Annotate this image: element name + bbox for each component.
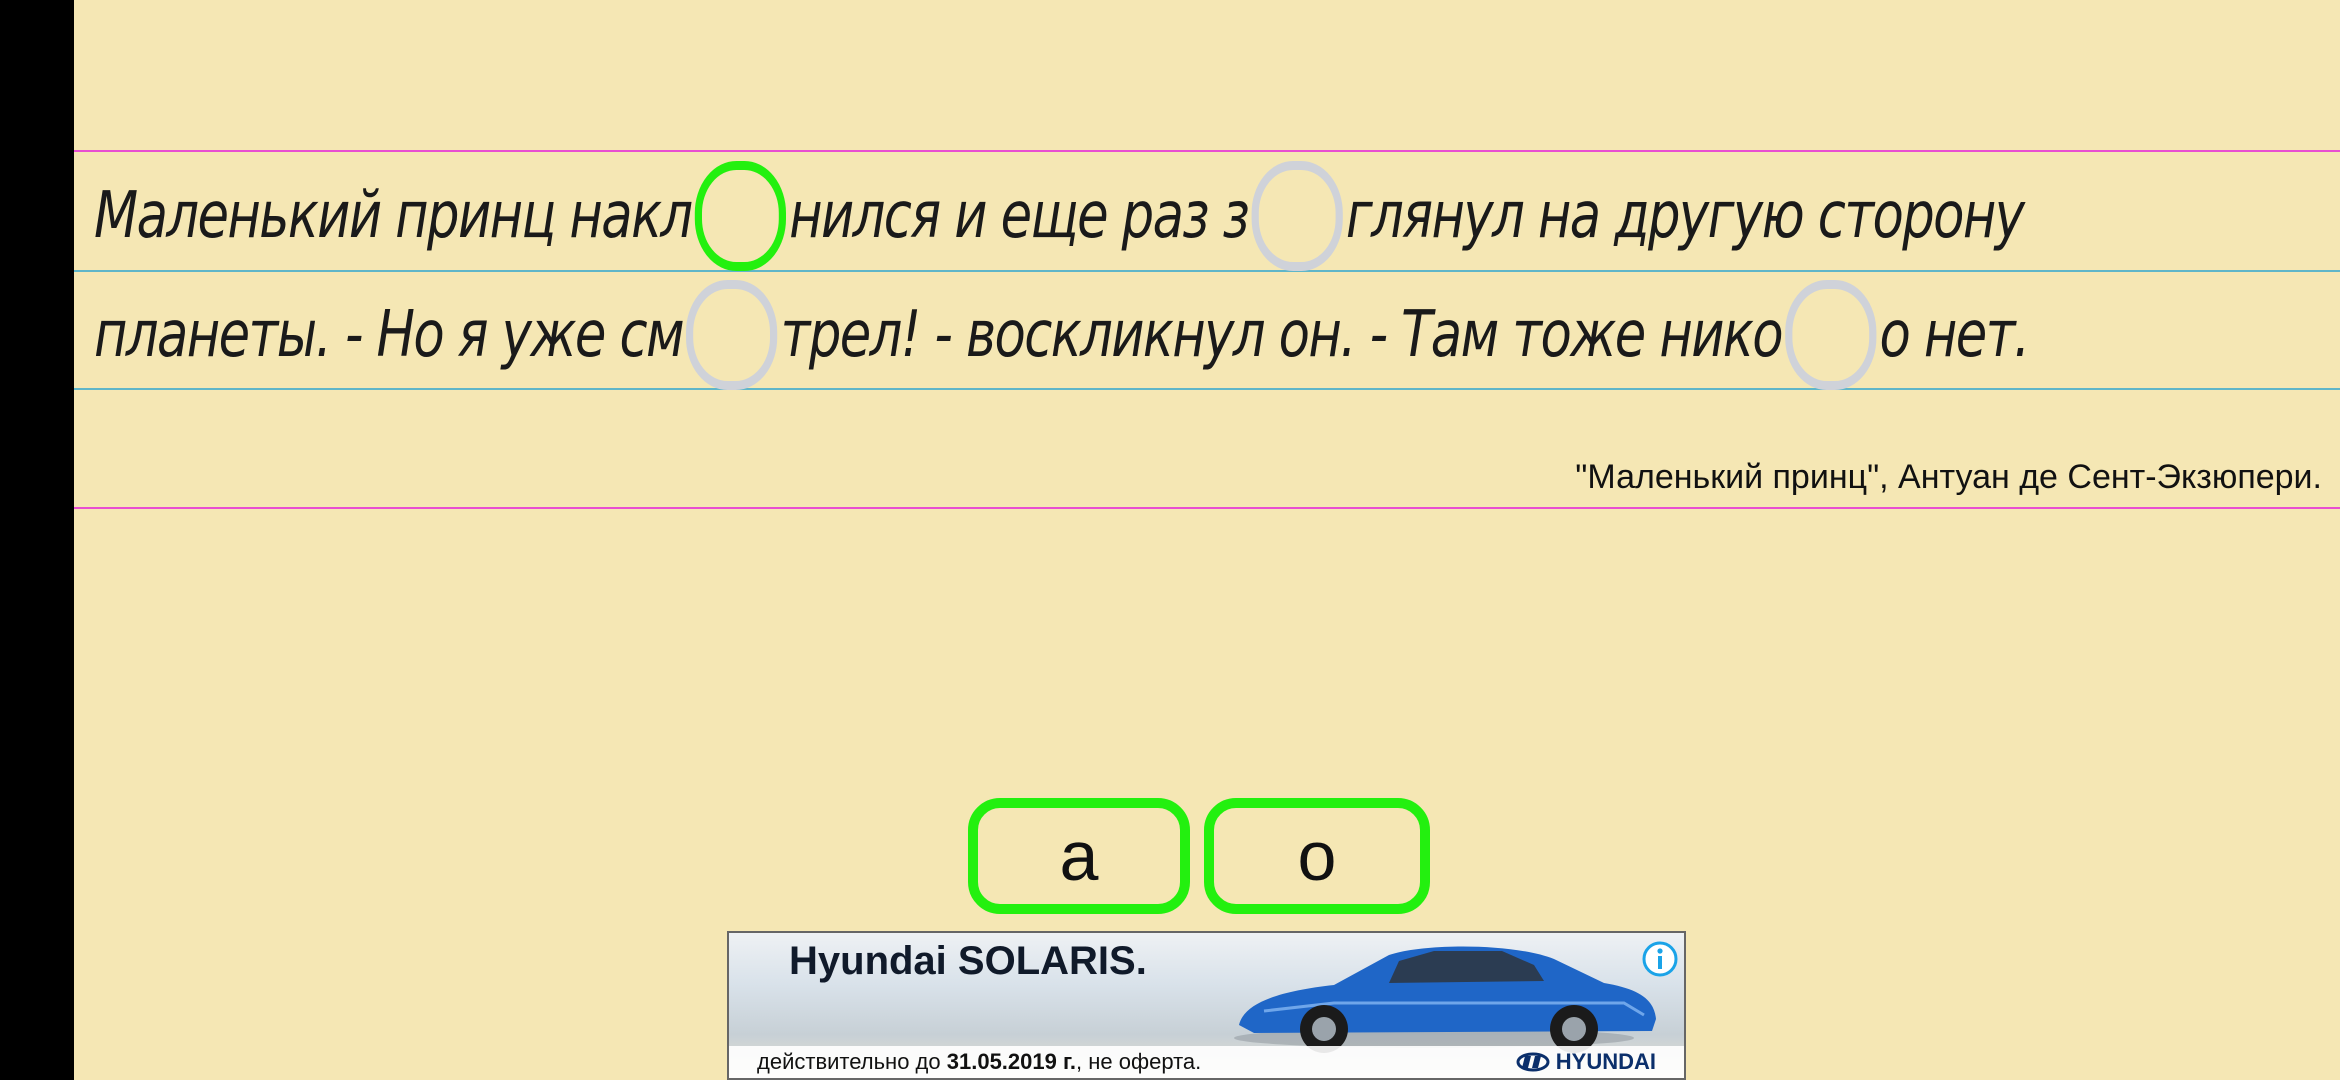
text-segment: планеты. - Но я уже см <box>94 298 685 372</box>
text-segment: о нет. <box>1879 298 2031 372</box>
text-segment: трел! - воскликнул он. - Там тоже нико <box>780 298 1784 372</box>
ad-headline: Hyundai SOLARIS. <box>789 939 1147 983</box>
brand-name: HYUNDAI <box>1555 1049 1656 1074</box>
text-segment: глянул на другую сторону <box>1345 179 2025 253</box>
disclaimer-date: 31.05.2019 г. <box>946 1049 1077 1074</box>
ad-banner[interactable]: Hyundai SOLARIS. действительно до 31.05.… <box>727 931 1686 1080</box>
left-black-bar <box>0 0 74 1080</box>
text-segment: Маленький принц накл <box>94 179 693 253</box>
bottom-margin-rule <box>74 507 2340 509</box>
disclaimer-prefix: действительно до <box>757 1049 941 1074</box>
exercise-line-2: планеты. - Но я уже см трел! - воскликну… <box>94 280 2031 390</box>
quote-attribution: "Маленький принц", Антуан де Сент-Экзюпе… <box>1575 458 2322 496</box>
top-margin-rule <box>74 150 2340 152</box>
exercise-line-1: Маленький принц накл нился и еще раз з г… <box>94 161 2025 271</box>
hyundai-logo-icon <box>1516 1052 1550 1072</box>
choice-button-o[interactable]: о <box>1204 798 1430 914</box>
car-image <box>1234 946 1656 1053</box>
ad-disclaimer: действительно до 31.05.2019 г., не оферт… <box>757 1049 1201 1075</box>
text-segment: нился и еще раз з <box>789 179 1250 253</box>
choice-button-a[interactable]: а <box>968 798 1190 914</box>
line2-baseline-rule <box>74 388 2340 390</box>
letter-gap[interactable] <box>686 280 778 390</box>
letter-gap[interactable] <box>1251 161 1343 271</box>
letter-gap[interactable] <box>1785 280 1877 390</box>
letter-gap-active[interactable] <box>694 161 786 271</box>
brand-logo: HYUNDAI <box>1516 1049 1656 1075</box>
info-icon[interactable] <box>1640 939 1680 979</box>
ad-footer: действительно до 31.05.2019 г., не оферт… <box>729 1046 1684 1078</box>
line1-baseline-rule <box>74 270 2340 272</box>
disclaimer-suffix: , не оферта. <box>1076 1049 1202 1074</box>
